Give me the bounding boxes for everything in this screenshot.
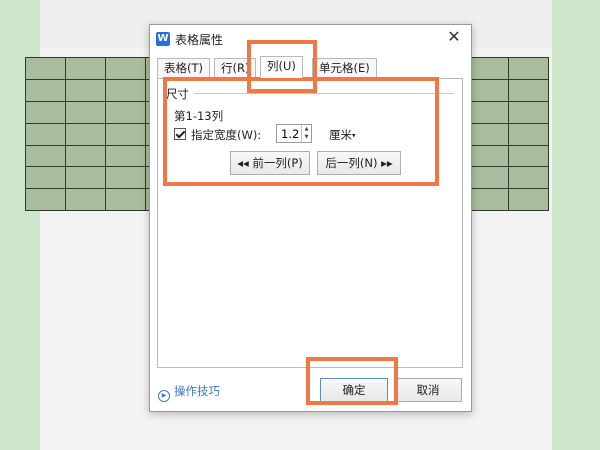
dialog-titlebar: W 表格属性 ✕ — [150, 25, 471, 51]
size-group-legend: 尺寸 — [166, 86, 193, 102]
column-tab-panel: 尺寸 第1-13列 指定宽度(W): ▲ ▼ 厘米▾ ◂◂ 前一列(P) 后一列… — [157, 78, 463, 368]
tab-column[interactable]: 列(U) — [260, 56, 303, 78]
unit-label: 厘米 — [329, 128, 352, 142]
document-table-right[interactable] — [468, 57, 549, 212]
operation-tips-link[interactable]: ▶ 操作技巧 — [158, 383, 220, 402]
specify-width-checkbox[interactable] — [174, 128, 186, 140]
wps-writer-icon: W — [156, 32, 170, 46]
next-column-button[interactable]: 后一列(N) ▸▸ — [317, 151, 401, 175]
spin-down-icon[interactable]: ▼ — [302, 133, 311, 141]
tab-cell[interactable]: 单元格(E) — [312, 58, 377, 78]
spin-up-icon[interactable]: ▲ — [302, 125, 311, 133]
tab-row[interactable]: 行(R) — [214, 58, 257, 78]
width-input[interactable] — [277, 125, 301, 142]
close-icon[interactable]: ✕ — [445, 28, 463, 46]
prev-column-button[interactable]: ◂◂ 前一列(P) — [230, 151, 310, 175]
unit-dropdown[interactable]: 厘米▾ — [329, 127, 356, 143]
operation-tips-label: 操作技巧 — [174, 384, 220, 398]
width-stepper[interactable]: ▲ ▼ — [276, 124, 312, 143]
play-circle-icon: ▶ — [158, 390, 170, 402]
column-range-label: 第1-13列 — [174, 109, 224, 123]
specify-width-label[interactable]: 指定宽度(W): — [191, 127, 261, 143]
group-divider — [194, 93, 454, 94]
tab-table[interactable]: 表格(T) — [157, 58, 210, 78]
table-properties-dialog: W 表格属性 ✕ 表格(T) 行(R) 列(U) 单元格(E) 尺寸 第1-13… — [149, 24, 472, 412]
cancel-button[interactable]: 取消 — [394, 378, 462, 402]
chevron-down-icon: ▾ — [352, 131, 356, 140]
width-stepper-buttons: ▲ ▼ — [301, 125, 311, 142]
ok-button[interactable]: 确定 — [320, 378, 388, 402]
dialog-title: 表格属性 — [175, 33, 224, 47]
